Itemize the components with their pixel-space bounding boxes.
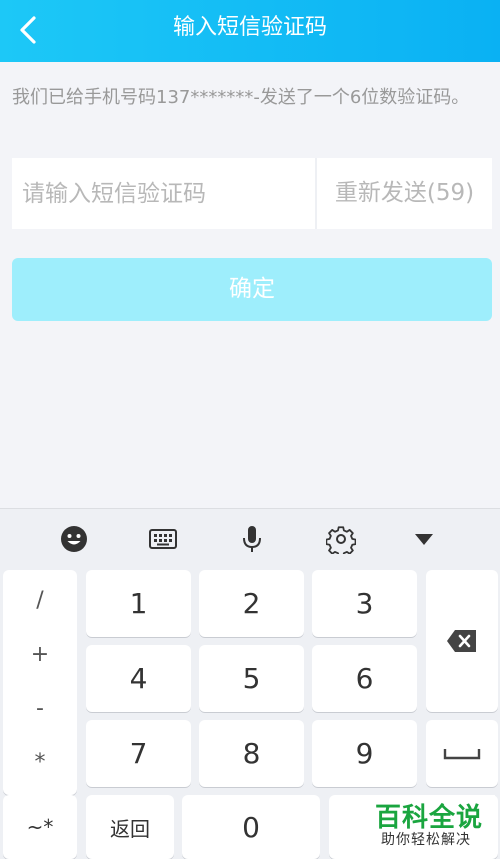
symbol-key-asterisk[interactable]: * (3, 750, 77, 775)
emoji-icon[interactable] (56, 521, 92, 557)
resend-button[interactable]: 重新发送(59) (317, 158, 492, 229)
space-icon (443, 748, 481, 759)
digit-key-4[interactable]: 4 (86, 645, 191, 712)
keyboard-icon[interactable] (145, 521, 181, 557)
digit-key-8[interactable]: 8 (199, 720, 304, 787)
sms-code-input[interactable] (12, 158, 314, 229)
microphone-icon[interactable] (234, 521, 270, 557)
backspace-icon (447, 630, 476, 652)
digit-key-5[interactable]: 5 (199, 645, 304, 712)
app-header: 输入短信验证码 (0, 0, 500, 62)
code-input-row: 重新发送(59) (12, 158, 492, 229)
page-title: 输入短信验证码 (172, 15, 327, 40)
digit-key-6[interactable]: 6 (312, 645, 417, 712)
sms-hint-text: 我们已给手机号码137*******-发送了一个6位数验证码。 (12, 87, 470, 108)
confirm-button[interactable]: 确定 (12, 258, 492, 321)
symbol-key-plus[interactable]: + (3, 642, 77, 667)
space-key[interactable] (426, 720, 498, 787)
digit-key-9[interactable]: 9 (312, 720, 417, 787)
digit-key-1[interactable]: 1 (86, 570, 191, 637)
symbol-key-slash[interactable]: / (3, 588, 77, 613)
digit-key-2[interactable]: 2 (199, 570, 304, 637)
delete-key[interactable] (426, 570, 498, 712)
symbol-column: / + - * (3, 570, 77, 795)
digit-key-7[interactable]: 7 (86, 720, 191, 787)
collapse-keyboard-icon[interactable] (406, 521, 442, 557)
symbols-key[interactable]: ~* (3, 795, 77, 859)
watermark-logo: 百科全说 助你轻松解决 (367, 795, 495, 855)
symbol-key-minus[interactable]: - (3, 696, 77, 721)
digit-key-0[interactable]: 0 (182, 795, 320, 859)
back-key[interactable]: 返回 (86, 795, 174, 859)
keyboard-toolbar (0, 508, 500, 568)
digit-key-3[interactable]: 3 (312, 570, 417, 637)
watermark-subtitle: 助你轻松解决 (381, 832, 471, 848)
settings-icon[interactable] (323, 521, 359, 557)
